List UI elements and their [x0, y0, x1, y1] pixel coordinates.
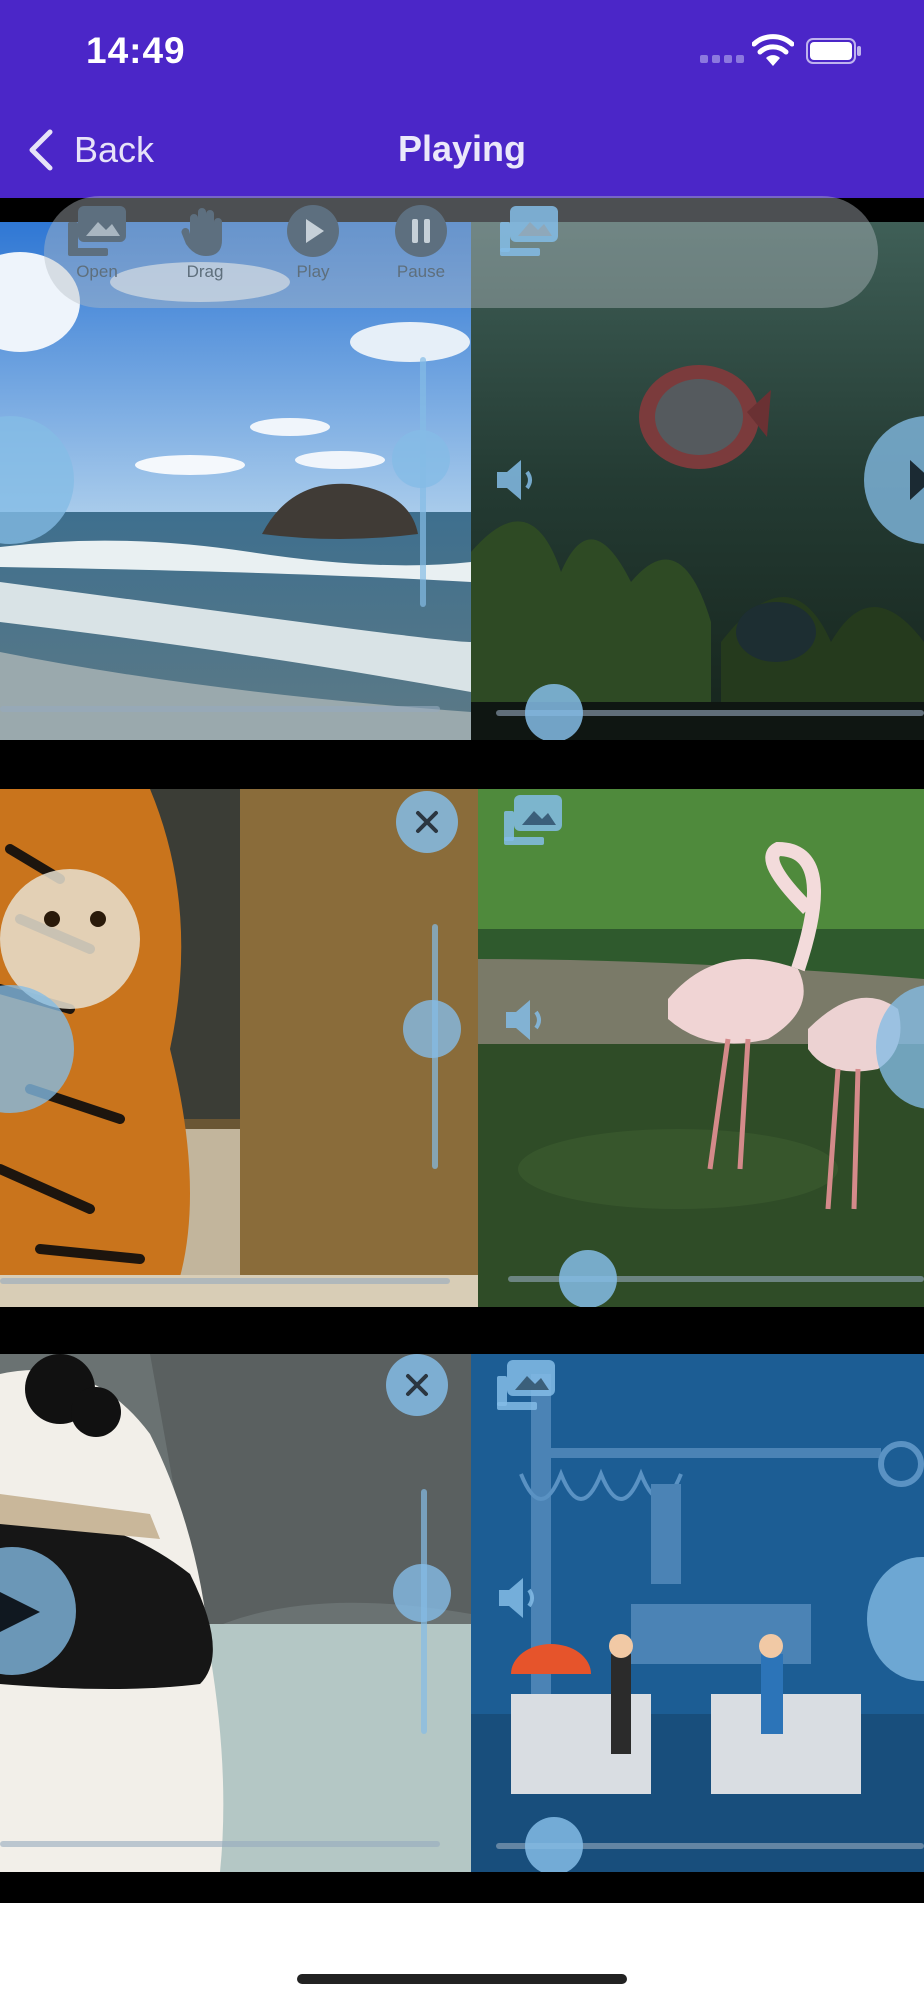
volume-slider-thumb[interactable] — [403, 1000, 461, 1058]
cellular-signal-icon — [700, 55, 744, 65]
play-label: Play — [296, 262, 330, 281]
video-grid — [0, 198, 924, 1903]
home-indicator[interactable] — [297, 1974, 627, 1984]
gallery-button[interactable] — [484, 204, 574, 300]
close-button[interactable] — [386, 1354, 448, 1416]
media-icon[interactable] — [493, 1358, 559, 1412]
video-player-factory[interactable] — [471, 1354, 924, 1872]
video-player-flamingo[interactable] — [478, 789, 924, 1307]
play-icon — [287, 205, 339, 257]
video-player-tiger[interactable] — [0, 789, 478, 1307]
status-bar: 14:49 — [0, 0, 924, 110]
drag-button[interactable]: Drag — [160, 204, 250, 300]
progress-thumb[interactable] — [525, 1817, 583, 1872]
speaker-icon[interactable] — [500, 994, 552, 1046]
open-button[interactable]: Open — [52, 204, 142, 300]
video-player-panda[interactable] — [0, 1354, 471, 1872]
pause-label: Pause — [396, 262, 446, 281]
pause-icon — [395, 205, 447, 257]
play-icon — [0, 1592, 40, 1632]
volume-slider-thumb[interactable] — [393, 1564, 451, 1622]
progress-bar[interactable] — [0, 1278, 450, 1284]
speaker-icon[interactable] — [493, 1572, 545, 1624]
close-button[interactable] — [396, 791, 458, 853]
progress-bar[interactable] — [0, 1841, 440, 1847]
speaker-icon[interactable] — [491, 454, 543, 506]
open-media-icon — [68, 206, 126, 256]
hand-icon — [181, 208, 222, 256]
play-icon — [910, 460, 924, 500]
status-time: 14:49 — [86, 30, 186, 71]
media-gallery-icon — [500, 206, 558, 256]
battery-icon — [806, 38, 861, 64]
navigation-bar: Back Playing — [0, 110, 924, 198]
progress-thumb[interactable] — [559, 1250, 617, 1307]
pause-all-button[interactable]: Pause — [376, 204, 466, 300]
page-title: Playing — [397, 128, 527, 169]
close-icon — [406, 1374, 428, 1396]
play-all-button[interactable]: Play — [268, 204, 358, 300]
close-icon — [416, 811, 438, 833]
media-icon[interactable] — [500, 793, 566, 847]
video-frame-flamingo — [478, 789, 924, 1307]
progress-thumb[interactable] — [525, 684, 583, 740]
drag-label: Drag — [186, 262, 224, 281]
progress-bar[interactable] — [0, 706, 440, 712]
open-label: Open — [76, 262, 118, 281]
wifi-icon — [752, 34, 794, 66]
playback-toolbar: Open Drag Play Pause — [44, 196, 878, 308]
volume-slider-thumb[interactable] — [392, 430, 450, 488]
